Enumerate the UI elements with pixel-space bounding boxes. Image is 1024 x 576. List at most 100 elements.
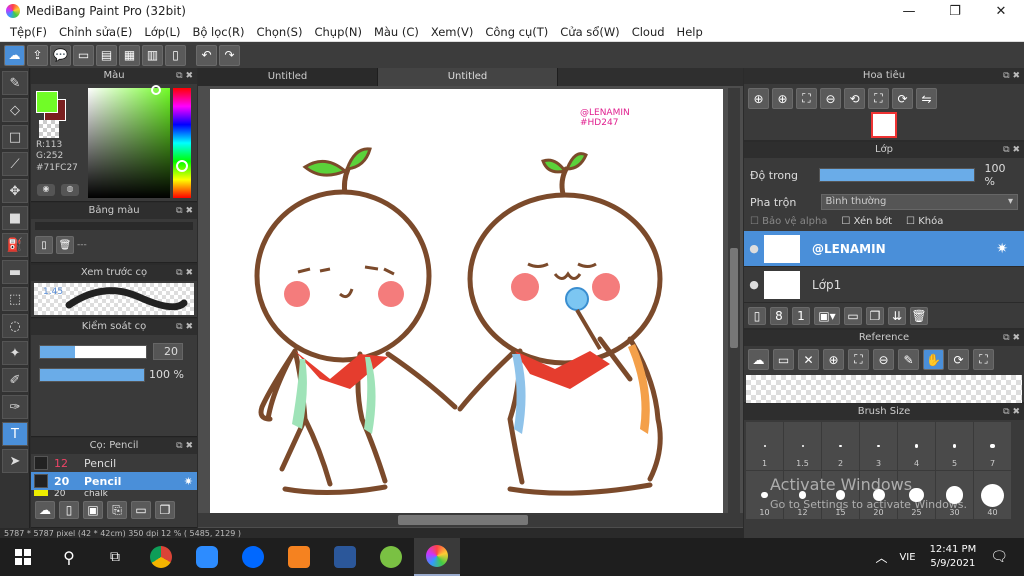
undo-icon[interactable]: ↶ [196, 44, 217, 66]
tab-untitled-2[interactable]: Untitled [378, 68, 558, 86]
fit-screen-icon[interactable]: ⛶ [796, 88, 817, 109]
brush-size-cell[interactable]: 4 [898, 422, 935, 470]
redo-icon[interactable]: ↷ [219, 44, 240, 66]
grid-icon[interactable]: ▥ [142, 44, 163, 66]
chevron-up-icon[interactable]: ︿ [875, 549, 887, 566]
protect-alpha-checkbox[interactable]: ☐ Bảo vệ alpha [750, 216, 827, 227]
rectangle-tool-icon[interactable]: □ [2, 125, 28, 149]
transparent-color-swatch[interactable] [39, 120, 59, 138]
fit-icon[interactable]: ⛶ [848, 349, 869, 370]
folder-icon[interactable]: ▭ [844, 307, 862, 325]
brush-item-selected[interactable]: 20 Pencil ✷ [31, 472, 197, 490]
canvas-vertical-scrollbar[interactable] [728, 88, 740, 513]
dot-tool-icon[interactable]: ⟋ [2, 152, 28, 176]
cloud-download-icon[interactable]: ☁ [748, 349, 769, 370]
select-eraser-tool-icon[interactable]: ✑ [2, 395, 28, 419]
delete-layer-icon[interactable]: 🗑 [910, 307, 928, 325]
menu-tools[interactable]: Công cụ(T) [479, 25, 554, 39]
zoom-in-alt-icon[interactable]: ⊕ [772, 88, 793, 109]
brush-settings-gear-icon[interactable]: ✷ [184, 475, 193, 488]
close-button[interactable]: ✕ [978, 0, 1024, 22]
menu-file[interactable]: Tệp(F) [4, 25, 53, 39]
zoom-out-icon[interactable]: ⊖ [820, 88, 841, 109]
delete-palette-icon[interactable]: 🗑 [56, 236, 74, 254]
bucket-tool-icon[interactable]: ⛽ [2, 233, 28, 257]
cloud-icon[interactable]: ☁ [4, 44, 25, 66]
brush-size-cell[interactable]: 40 [974, 471, 1011, 519]
drawing-canvas[interactable]: @LENAMIN #HD247 [210, 89, 723, 513]
zoom-icon[interactable] [184, 538, 230, 576]
gradient-tool-icon[interactable]: ▬ [2, 260, 28, 284]
layer-row-lenamin[interactable]: ● @LENAMIN ✷ [744, 231, 1024, 267]
copy-brush-icon[interactable]: ⎘ [107, 501, 127, 519]
menu-help[interactable]: Help [671, 25, 709, 39]
flip-icon[interactable]: ⇋ [916, 88, 937, 109]
brush-tool-icon[interactable]: ✎ [2, 71, 28, 95]
comment-icon[interactable]: ▭ [73, 44, 94, 66]
zoom-out-icon[interactable]: ⊖ [873, 349, 894, 370]
brush-size-cell[interactable]: 1 [746, 422, 783, 470]
rotate-icon[interactable]: ⟳ [948, 349, 969, 370]
menu-filter[interactable]: Bộ lọc(R) [186, 25, 250, 39]
magic-wand-tool-icon[interactable]: ✦ [2, 341, 28, 365]
zalo-icon[interactable] [230, 538, 276, 576]
add-layer-menu-icon[interactable]: ▣▾ [814, 307, 840, 325]
clock[interactable]: 12:41 PM 5/9/2021 [930, 543, 977, 571]
lasso-tool-icon[interactable]: ◌ [2, 314, 28, 338]
color-wheel-icon[interactable]: ◉ [37, 184, 55, 196]
menu-layer[interactable]: Lớp(L) [138, 25, 186, 39]
brush-size-slider[interactable] [39, 345, 147, 359]
zoom-in-icon[interactable]: ⊕ [748, 88, 769, 109]
rotate-right-icon[interactable]: ⟳ [892, 88, 913, 109]
notification-icon[interactable]: 🗨 [990, 549, 1008, 565]
operation-tool-icon[interactable]: ➤ [2, 449, 28, 473]
hue-slider[interactable] [173, 88, 191, 198]
fit-window-icon[interactable]: ⛶ [973, 349, 994, 370]
blend-mode-select[interactable]: Bình thường ▾ [821, 194, 1018, 210]
eye-icon[interactable]: ● [744, 278, 764, 291]
close-reference-icon[interactable]: ✕ [798, 349, 819, 370]
lock-checkbox[interactable]: ☐ Khóa [906, 216, 943, 227]
menu-edit[interactable]: Chỉnh sửa(E) [53, 25, 138, 39]
medibang-taskbar-icon[interactable] [414, 538, 460, 576]
sv-picker-handle[interactable] [151, 85, 161, 95]
select-pen-tool-icon[interactable]: ✐ [2, 368, 28, 392]
text-tool-icon[interactable]: T [2, 422, 28, 446]
move-tool-icon[interactable]: ✥ [2, 179, 28, 203]
clipping-checkbox[interactable]: ☐ Xén bớt [841, 216, 892, 227]
add-brush-icon[interactable]: ▣ [83, 501, 103, 519]
brush-opacity-slider[interactable] [39, 368, 145, 382]
open-folder-icon[interactable]: ▭ [773, 349, 794, 370]
brush-size-cell[interactable]: 2 [822, 422, 859, 470]
menu-snap[interactable]: Chụp(N) [308, 25, 367, 39]
zoom-in-icon[interactable]: ⊕ [823, 349, 844, 370]
panel-layout-icon[interactable]: ▦ [119, 44, 140, 66]
hand-icon[interactable]: ✋ [923, 349, 944, 370]
page-icon[interactable]: ▯ [165, 44, 186, 66]
new-1bit-layer-icon[interactable]: 1 [792, 307, 810, 325]
language-indicator[interactable]: VIE [899, 552, 915, 563]
brush-size-cell[interactable]: 3 [860, 422, 897, 470]
saturation-value-picker[interactable] [88, 88, 170, 198]
brush-item[interactable]: 12 Pencil [31, 454, 197, 472]
brush-size-cell[interactable]: 1.5 [784, 422, 821, 470]
brush-item[interactable]: 20 chalk [31, 490, 197, 498]
navigator-thumbnail[interactable] [871, 112, 897, 138]
eraser-tool-icon[interactable]: ◇ [2, 98, 28, 122]
brush-size-input[interactable]: 20 [153, 343, 183, 360]
tab-untitled-1[interactable]: Untitled [198, 68, 378, 86]
select-tool-icon[interactable]: ⬚ [2, 287, 28, 311]
word-icon[interactable] [322, 538, 368, 576]
maximize-button[interactable]: ❐ [932, 0, 978, 22]
color-add-icon[interactable]: ◍ [61, 184, 79, 196]
cloud-brush-icon[interactable]: ☁ [35, 501, 55, 519]
menu-select[interactable]: Chọn(S) [251, 25, 309, 39]
new-brush-icon[interactable]: ▯ [59, 501, 79, 519]
new-palette-icon[interactable]: ▯ [35, 236, 53, 254]
duplicate-layer-icon[interactable]: ❐ [866, 307, 884, 325]
fit-window-icon[interactable]: ⛶ [868, 88, 889, 109]
task-view-icon[interactable]: ⧉ [92, 538, 138, 576]
eyedropper-icon[interactable]: ✎ [898, 349, 919, 370]
layer-settings-gear-icon[interactable]: ✷ [996, 241, 1008, 257]
menu-window[interactable]: Cửa sổ(W) [554, 25, 625, 39]
